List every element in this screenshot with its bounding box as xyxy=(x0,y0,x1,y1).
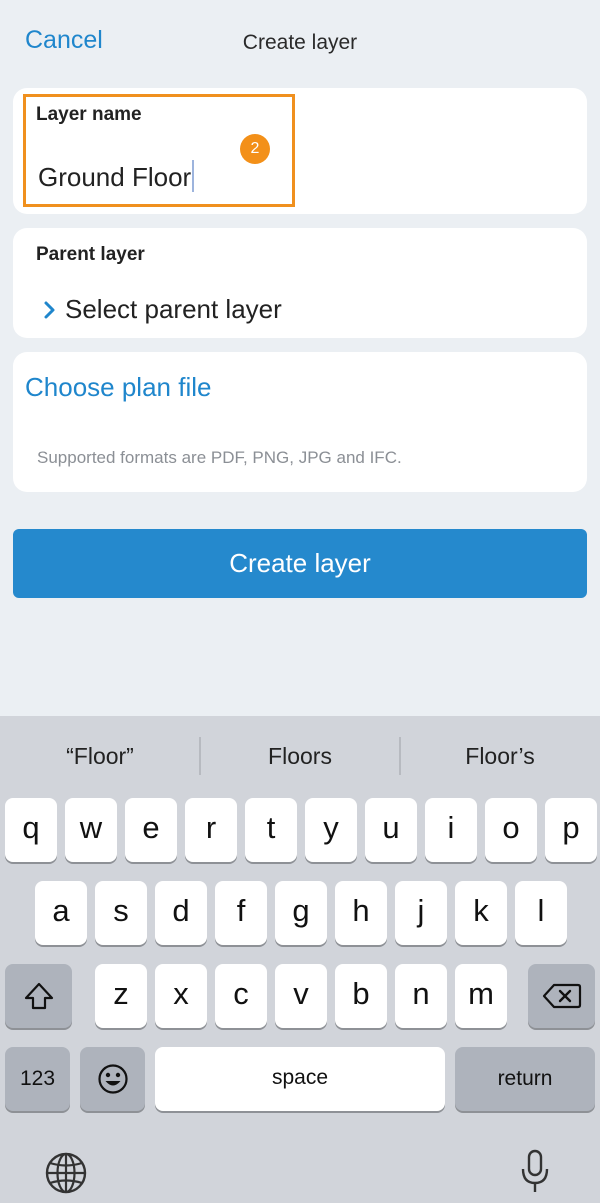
layer-name-card: Layer name Ground Floor 2 xyxy=(13,88,587,214)
backspace-icon xyxy=(542,983,582,1009)
key-m[interactable]: m xyxy=(455,964,507,1028)
key-j[interactable]: j xyxy=(395,881,447,945)
key-o[interactable]: o xyxy=(485,798,537,862)
nav-bar: Cancel Create layer xyxy=(0,0,600,84)
key-k[interactable]: k xyxy=(455,881,507,945)
key-h[interactable]: h xyxy=(335,881,387,945)
globe-icon[interactable] xyxy=(44,1151,88,1195)
shift-icon xyxy=(24,982,54,1010)
key-i[interactable]: i xyxy=(425,798,477,862)
key-p[interactable]: p xyxy=(545,798,597,862)
key-e[interactable]: e xyxy=(125,798,177,862)
key-d[interactable]: d xyxy=(155,881,207,945)
select-parent-layer-button[interactable]: Select parent layer xyxy=(39,294,282,325)
key-x[interactable]: x xyxy=(155,964,207,1028)
space-key[interactable]: space xyxy=(155,1047,445,1111)
parent-layer-label: Parent layer xyxy=(36,244,145,265)
key-f[interactable]: f xyxy=(215,881,267,945)
key-z[interactable]: z xyxy=(95,964,147,1028)
suggestion-item[interactable]: “Floor” xyxy=(0,716,200,796)
create-layer-button[interactable]: Create layer xyxy=(13,529,587,598)
key-r[interactable]: r xyxy=(185,798,237,862)
key-w[interactable]: w xyxy=(65,798,117,862)
plan-file-card: Choose plan file Supported formats are P… xyxy=(13,352,587,492)
emoji-icon xyxy=(98,1064,128,1094)
key-u[interactable]: u xyxy=(365,798,417,862)
choose-plan-file-link[interactable]: Choose plan file xyxy=(25,372,211,403)
page-title: Create layer xyxy=(242,31,358,54)
layer-name-value: Ground Floor xyxy=(38,162,192,192)
numbers-key[interactable]: 123 xyxy=(5,1047,70,1111)
key-y[interactable]: y xyxy=(305,798,357,862)
microphone-icon[interactable] xyxy=(518,1148,552,1196)
chevron-right-icon xyxy=(44,301,55,318)
key-l[interactable]: l xyxy=(515,881,567,945)
key-a[interactable]: a xyxy=(35,881,87,945)
key-c[interactable]: c xyxy=(215,964,267,1028)
parent-layer-card: Parent layer Select parent layer xyxy=(13,228,587,338)
layer-name-input[interactable]: Ground Floor xyxy=(38,160,195,193)
key-v[interactable]: v xyxy=(275,964,327,1028)
key-b[interactable]: b xyxy=(335,964,387,1028)
key-q[interactable]: q xyxy=(5,798,57,862)
step-badge: 2 xyxy=(240,134,270,164)
suggestion-bar: “Floor” Floors Floor’s xyxy=(0,716,600,796)
key-t[interactable]: t xyxy=(245,798,297,862)
suggestion-item[interactable]: Floor’s xyxy=(400,716,600,796)
key-n[interactable]: n xyxy=(395,964,447,1028)
keyboard: “Floor” Floors Floor’s q w e r t y u i o… xyxy=(0,716,600,1203)
select-parent-layer-label: Select parent layer xyxy=(65,294,282,324)
supported-formats-hint: Supported formats are PDF, PNG, JPG and … xyxy=(37,448,402,467)
suggestion-item[interactable]: Floors xyxy=(200,716,400,796)
shift-key[interactable] xyxy=(5,964,72,1028)
return-key[interactable]: return xyxy=(455,1047,595,1111)
layer-name-label: Layer name xyxy=(36,104,142,125)
key-s[interactable]: s xyxy=(95,881,147,945)
emoji-key[interactable] xyxy=(80,1047,145,1111)
key-g[interactable]: g xyxy=(275,881,327,945)
text-caret xyxy=(192,160,195,192)
backspace-key[interactable] xyxy=(528,964,595,1028)
